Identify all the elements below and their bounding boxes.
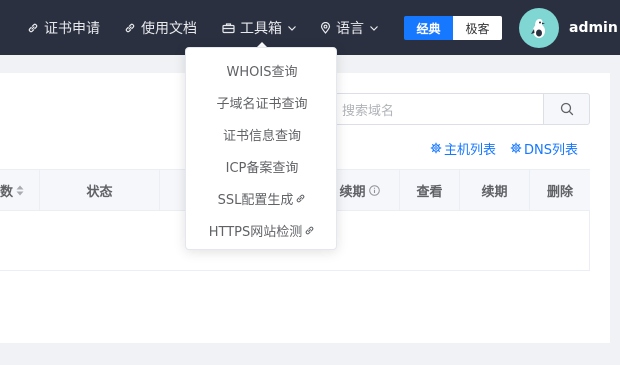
nav-toolbox-label: 工具箱	[240, 20, 282, 37]
menu-item-ssl-config[interactable]: SSL配置生成	[186, 182, 338, 214]
mode-switch: 经典 极客	[404, 16, 502, 40]
menu-item-subdomain-cert[interactable]: 子域名证书查询	[186, 86, 338, 118]
location-pin-icon	[320, 21, 331, 34]
avatar[interactable]	[519, 8, 559, 48]
nav-cert-apply[interactable]: 证书申请	[27, 0, 100, 55]
gear-icon	[430, 142, 442, 154]
search-input[interactable]: 搜索域名	[330, 93, 544, 125]
menu-item-whois[interactable]: WHOIS查询	[186, 54, 338, 86]
dns-list-label: DNS列表	[524, 142, 578, 158]
menu-item-cert-info[interactable]: 证书信息查询	[186, 118, 338, 150]
gear-icon	[510, 142, 522, 154]
toolbox-dropdown: WHOIS查询 子域名证书查询 证书信息查询 ICP备案查询 SSL配置生成 H…	[185, 47, 337, 250]
th-status: 状态	[40, 170, 160, 210]
sort-icon	[16, 185, 24, 195]
th-count[interactable]: 数	[0, 170, 40, 210]
th-view: 查看	[400, 170, 460, 210]
penguin-icon	[531, 19, 545, 38]
external-link-icon	[297, 194, 305, 202]
nav-language-label: 语言	[336, 20, 364, 37]
hosts-list-label: 主机列表	[444, 142, 497, 158]
info-icon[interactable]	[368, 184, 380, 196]
nav-cert-apply-label: 证书申请	[44, 20, 100, 37]
search-icon	[560, 102, 573, 116]
nav-docs-label: 使用文档	[141, 20, 197, 37]
dns-list-link[interactable]: DNS列表	[510, 139, 578, 158]
external-link-icon	[305, 226, 314, 234]
search-button[interactable]	[543, 93, 590, 125]
th-renew: 续期	[460, 170, 530, 210]
menu-item-https-check[interactable]: HTTPS网站检测	[186, 214, 338, 246]
th-delete: 删除	[546, 184, 573, 200]
toolbox-icon	[222, 22, 235, 33]
link-icon	[28, 23, 38, 32]
menu-item-icp[interactable]: ICP备案查询	[186, 150, 338, 182]
mode-classic-button[interactable]: 经典	[404, 16, 453, 40]
username[interactable]: admin	[569, 0, 618, 55]
chevron-down-icon	[288, 25, 296, 31]
chevron-down-icon	[370, 25, 378, 31]
mode-geek-button[interactable]: 极客	[453, 16, 502, 40]
hosts-list-link[interactable]: 主机列表	[430, 139, 497, 158]
link-icon	[125, 23, 135, 32]
